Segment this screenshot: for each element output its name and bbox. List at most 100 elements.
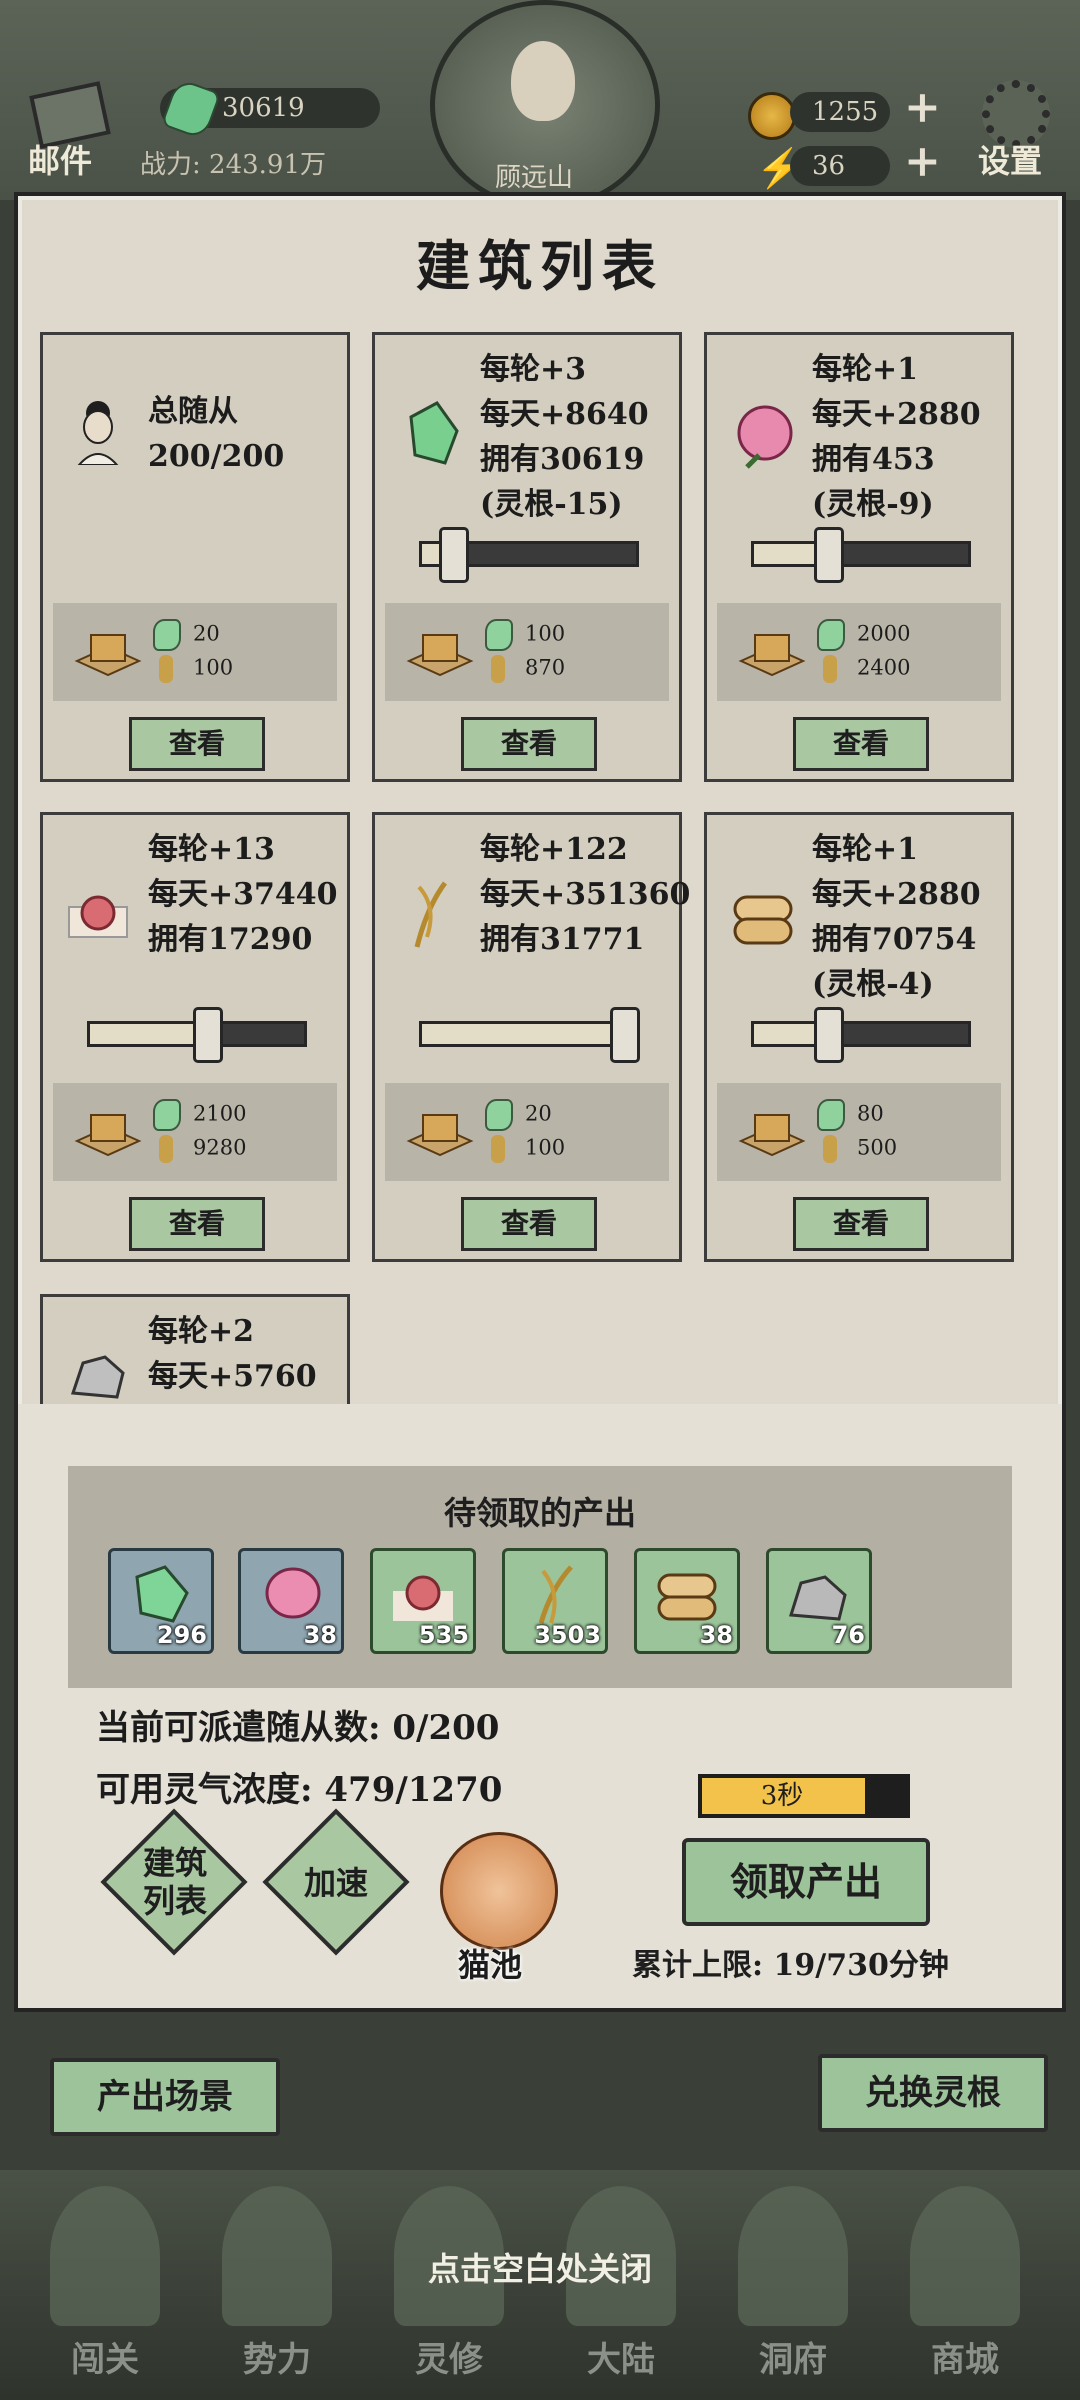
log-icon xyxy=(653,1563,721,1625)
card-stats: 每轮+1 每天+2880 拥有453 (灵根-9) xyxy=(812,352,981,522)
view-button[interactable]: 查看 xyxy=(461,1197,597,1251)
exchange-root-button[interactable]: 兑换灵根 xyxy=(818,2054,1048,2132)
player-avatar[interactable]: 顾远山 xyxy=(430,0,660,210)
allocation-slider[interactable] xyxy=(751,527,971,583)
slider-track xyxy=(454,544,636,564)
cat-pool-label[interactable]: 猫池 xyxy=(458,1940,522,1986)
slider-thumb[interactable] xyxy=(439,527,470,583)
peach-icon xyxy=(729,397,795,469)
panel-title: 建筑列表 xyxy=(416,234,664,298)
herb-building-icon xyxy=(73,1097,143,1163)
settings-label[interactable]: 设置 xyxy=(978,136,1042,182)
jade-currency: 30619 xyxy=(160,77,380,141)
add-coin-button[interactable]: + xyxy=(904,82,941,133)
cost-wood: 9280 xyxy=(153,1135,333,1163)
nav-label: 势力 xyxy=(243,2340,311,2380)
card-stats: 每轮+122 每天+351360 拥有31771 xyxy=(480,832,691,957)
cost-wood: 100 xyxy=(485,1135,665,1163)
aura-stat: 可用灵气浓度: 479/1270 xyxy=(96,1770,503,1810)
upgrade-cost: 80 500 xyxy=(717,1083,1001,1181)
spirit-vein-building-icon xyxy=(405,617,475,683)
followers-icon xyxy=(65,393,131,466)
view-button[interactable]: 查看 xyxy=(129,717,265,771)
followers-stat: 当前可派遣随从数: 0/200 xyxy=(96,1708,500,1748)
elixir-card: 每轮+13 每天+37440 拥有17290 2100 9280 查看 xyxy=(40,812,350,1262)
nav-cultivate[interactable]: 灵修 xyxy=(374,2186,524,2396)
wood-card: 每轮+1 每天+2880 拥有70754 (灵根-4) 80 500 查看 xyxy=(704,812,1014,1262)
upgrade-cost: 20 100 xyxy=(385,1083,669,1181)
card-stats: 每轮+3 每天+8640 拥有30619 (灵根-15) xyxy=(480,352,649,522)
item-count: 38 xyxy=(699,1621,733,1649)
view-button[interactable]: 查看 xyxy=(793,1197,929,1251)
jade-card: 每轮+3 每天+8640 拥有30619 (灵根-15) 100 870 查看 xyxy=(372,332,682,782)
pending-item[interactable]: 535 xyxy=(370,1548,476,1654)
cost-jade: 100 xyxy=(485,619,665,651)
card-stats: 总随从 200/200 xyxy=(148,394,285,474)
nav-label: 商城 xyxy=(931,2340,999,2380)
grain-icon xyxy=(521,1563,589,1625)
slider-track xyxy=(828,544,968,564)
stone-card: 每轮+2 每天+5760 xyxy=(40,1294,350,1408)
cost-jade: 20 xyxy=(485,1099,665,1131)
close-hint[interactable]: 点击空白处关闭 xyxy=(0,2244,1080,2290)
grain-card: 每轮+122 每天+351360 拥有31771 20 100 查看 xyxy=(372,812,690,1262)
grain-icon xyxy=(397,877,463,949)
cost-jade: 2100 xyxy=(153,1099,333,1131)
jade-icon xyxy=(127,1563,195,1625)
card-stats: 每轮+13 每天+37440 拥有17290 xyxy=(148,832,338,957)
nav-challenge[interactable]: 闯关 xyxy=(30,2186,180,2396)
cost-wood: 2400 xyxy=(817,655,997,683)
output-scene-button[interactable]: 产出场景 xyxy=(50,2058,280,2136)
nav-label: 闯关 xyxy=(71,2340,139,2380)
accumulate-limit: 累计上限: 19/730分钟 xyxy=(632,1948,949,1983)
view-button[interactable]: 查看 xyxy=(793,717,929,771)
add-energy-button[interactable]: + xyxy=(904,136,941,187)
slider-track xyxy=(828,1024,968,1044)
wood-icon xyxy=(729,877,795,949)
claim-output-button[interactable]: 领取产出 xyxy=(682,1838,930,1926)
timer-bar: 3秒 xyxy=(698,1774,910,1818)
speed-up-label[interactable]: 加速 xyxy=(284,1864,388,1902)
mail-label: 邮件 xyxy=(28,142,93,180)
slider-thumb[interactable] xyxy=(610,1007,641,1063)
item-count: 3503 xyxy=(534,1621,601,1649)
view-button[interactable]: 查看 xyxy=(129,1197,265,1251)
farmland-building-icon xyxy=(405,1097,475,1163)
upgrade-cost: 2000 2400 xyxy=(717,603,1001,701)
energy-count: 36 xyxy=(790,146,890,186)
nav-label: 灵修 xyxy=(415,2340,483,2380)
upgrade-cost: 100 870 xyxy=(385,603,669,701)
nav-continent[interactable]: 大陆 xyxy=(546,2186,696,2396)
allocation-slider[interactable] xyxy=(419,1007,641,1063)
pending-item[interactable]: 38 xyxy=(634,1548,740,1654)
pending-item[interactable]: 296 xyxy=(108,1548,214,1654)
cost-wood: 500 xyxy=(817,1135,997,1163)
peach-card: 每轮+1 每天+2880 拥有453 (灵根-9) 2000 2400 查看 xyxy=(704,332,1014,782)
slider-thumb[interactable] xyxy=(813,1007,844,1063)
top-hud: 邮件 30619 战力: 243.91万 顾远山 1255 + ⚡ 36 + 设… xyxy=(0,0,1080,210)
player-name: 顾远山 xyxy=(495,163,574,193)
card-stats: 每轮+2 每天+5760 xyxy=(148,1314,317,1394)
view-button[interactable]: 查看 xyxy=(461,717,597,771)
pending-item[interactable]: 38 xyxy=(238,1548,344,1654)
pending-output-box: 待领取的产出 296 38 535 3503 38 76 xyxy=(68,1466,1012,1688)
gold-coin-icon xyxy=(748,92,796,140)
cost-jade: 20 xyxy=(153,619,333,651)
mail-button[interactable]: 邮件 xyxy=(28,81,111,180)
cost-jade: 2000 xyxy=(817,619,997,651)
slider-thumb[interactable] xyxy=(192,1007,223,1063)
cost-wood: 100 xyxy=(153,655,333,683)
slider-thumb[interactable] xyxy=(813,527,844,583)
nav-faction[interactable]: 势力 xyxy=(202,2186,352,2396)
allocation-slider[interactable] xyxy=(419,527,639,583)
nav-cave[interactable]: 洞府 xyxy=(718,2186,868,2396)
lucky-cat-icon[interactable] xyxy=(440,1832,558,1950)
building-list-label[interactable]: 建筑 列表 xyxy=(130,1844,220,1920)
allocation-slider[interactable] xyxy=(751,1007,971,1063)
allocation-slider[interactable] xyxy=(87,1007,307,1063)
card-stats: 每轮+1 每天+2880 拥有70754 (灵根-4) xyxy=(812,832,981,1002)
nav-shop[interactable]: 商城 xyxy=(890,2186,1040,2396)
pending-item[interactable]: 3503 xyxy=(502,1548,608,1654)
pending-item[interactable]: 76 xyxy=(766,1548,872,1654)
jade-count: 30619 xyxy=(222,93,305,123)
